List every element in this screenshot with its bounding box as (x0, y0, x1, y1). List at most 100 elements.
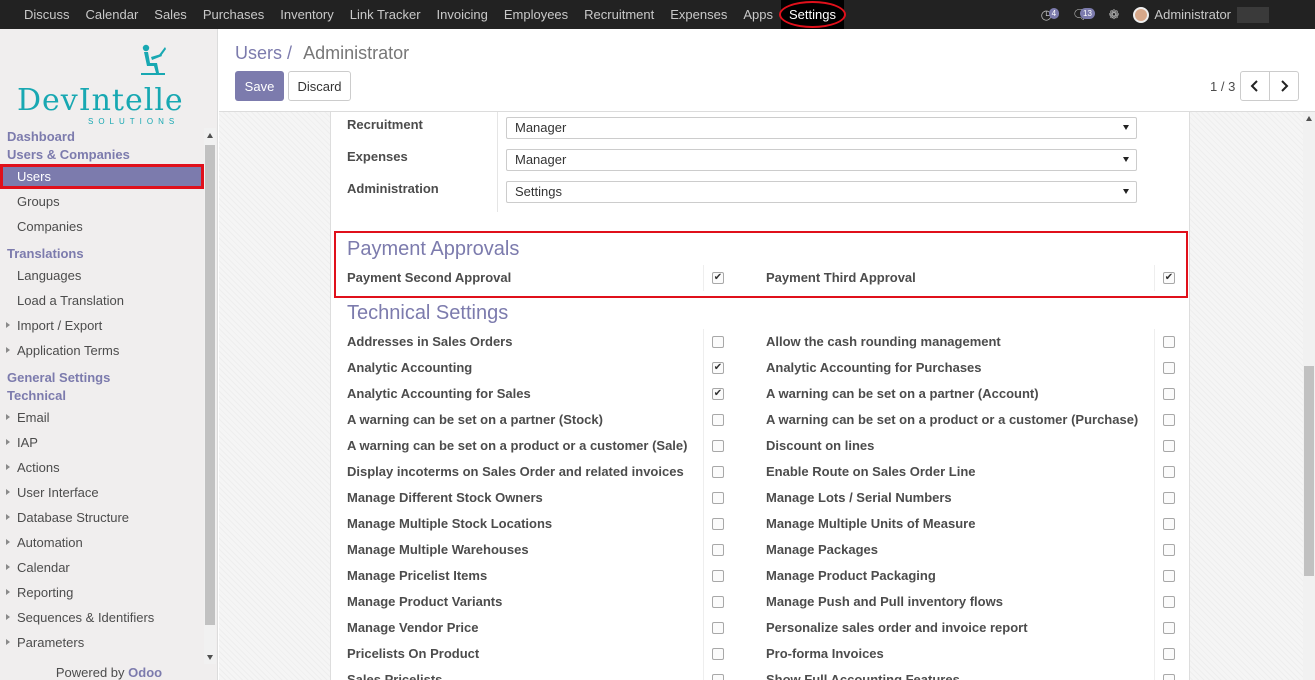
sidebar-item-database-structure[interactable]: Database Structure (0, 505, 204, 530)
setting-checkbox[interactable] (1163, 336, 1175, 348)
column-divider (703, 433, 704, 459)
setting-checkbox[interactable] (712, 544, 724, 556)
column-divider (1154, 355, 1155, 381)
setting-checkbox[interactable] (1163, 388, 1175, 400)
setting-checkbox[interactable] (1163, 466, 1175, 478)
setting-checkbox[interactable] (712, 414, 724, 426)
app-menu-expenses[interactable]: Expenses (662, 0, 735, 29)
setting-checkbox[interactable] (712, 570, 724, 582)
logo-brand: DevIntelle (17, 83, 184, 118)
sidebar-item-parameters[interactable]: Parameters (0, 630, 204, 655)
setting-checkbox[interactable] (712, 674, 724, 680)
access-select-administration[interactable]: Settings (506, 181, 1137, 203)
setting-checkbox[interactable] (712, 492, 724, 504)
sidebar-header-dashboard[interactable]: Dashboard (0, 128, 204, 146)
app-menu-settings[interactable]: Settings (778, 0, 846, 29)
app-menu-recruitment[interactable]: Recruitment (576, 0, 662, 29)
sidebar-item-iap[interactable]: IAP (0, 430, 204, 455)
setting-checkbox[interactable] (1163, 362, 1175, 374)
setting-checkbox[interactable] (712, 336, 724, 348)
setting-checkbox[interactable] (1163, 596, 1175, 608)
sidebar-item-sequences-identifiers[interactable]: Sequences & Identifiers (0, 605, 204, 630)
column-divider (1154, 511, 1155, 537)
company-logo[interactable]: DevIntelle SOLUTIONS (14, 43, 204, 133)
sidebar-item-automation[interactable]: Automation (0, 530, 204, 555)
activity-icon[interactable]: ◷ 4 (1041, 0, 1060, 29)
column-divider (1154, 381, 1155, 407)
app-menu-sales[interactable]: Sales (146, 0, 195, 29)
setting-checkbox[interactable] (712, 440, 724, 452)
user-menu[interactable]: Administrator (1154, 7, 1231, 22)
sidebar-item-actions[interactable]: Actions (0, 455, 204, 480)
app-menu-inventory[interactable]: Inventory (272, 0, 341, 29)
setting-checkbox[interactable] (1163, 622, 1175, 634)
setting-checkbox[interactable] (1163, 648, 1175, 660)
scroll-down-icon[interactable] (207, 655, 213, 660)
setting-checkbox[interactable] (1163, 544, 1175, 556)
breadcrumb-users[interactable]: Users (235, 43, 282, 63)
column-divider (703, 265, 704, 291)
sidebar-header-translations[interactable]: Translations (0, 245, 204, 263)
main-scroll-thumb[interactable] (1304, 366, 1314, 576)
setting-label: Manage Multiple Warehouses (347, 542, 529, 557)
app-menu-invoicing[interactable]: Invoicing (429, 0, 496, 29)
sidebar-item-languages[interactable]: Languages (0, 263, 204, 288)
access-select-expenses[interactable]: Manager (506, 149, 1137, 171)
technical-settings-title: Technical Settings (347, 302, 509, 324)
setting-checkbox[interactable] (712, 596, 724, 608)
sidebar-item-user-interface[interactable]: User Interface (0, 480, 204, 505)
setting-checkbox[interactable] (712, 622, 724, 634)
setting-row: Manage Multiple Stock Locations Manage Mu… (331, 511, 1191, 537)
sidebar-item-groups[interactable]: Groups (0, 189, 204, 214)
access-label: Expenses (347, 149, 408, 164)
debug-bug-icon[interactable]: ❁ (1109, 0, 1120, 29)
sidebar-scrollbar[interactable] (204, 128, 216, 664)
sidebar-header-technical[interactable]: Technical (0, 387, 204, 405)
messages-icon[interactable]: 🗨13 (1072, 0, 1095, 29)
sidebar-item-calendar[interactable]: Calendar (0, 555, 204, 580)
setting-checkbox[interactable] (1163, 492, 1175, 504)
column-divider (1154, 485, 1155, 511)
sidebar-item-companies[interactable]: Companies (0, 214, 204, 239)
setting-checkbox[interactable]: ✔ (712, 272, 724, 284)
discard-button[interactable]: Discard (288, 71, 351, 101)
app-menu-link-tracker[interactable]: Link Tracker (342, 0, 429, 29)
scroll-up-icon[interactable] (1306, 116, 1312, 121)
sidebar-scroll-thumb[interactable] (205, 145, 215, 625)
access-select-value: Manager (515, 152, 567, 167)
sidebar-item-load-a-translation[interactable]: Load a Translation (0, 288, 204, 313)
setting-checkbox[interactable] (1163, 414, 1175, 426)
setting-checkbox[interactable] (712, 648, 724, 660)
sidebar-item-reporting[interactable]: Reporting (0, 580, 204, 605)
app-menu-purchases[interactable]: Purchases (195, 0, 272, 29)
app-menu-discuss[interactable]: Discuss (16, 0, 78, 29)
pager-next-button[interactable] (1269, 71, 1299, 101)
app-menu-apps[interactable]: Apps (735, 0, 781, 29)
app-menu-employees[interactable]: Employees (496, 0, 576, 29)
setting-checkbox[interactable] (1163, 440, 1175, 452)
scroll-up-icon[interactable] (207, 133, 213, 138)
setting-checkbox[interactable]: ✔ (712, 388, 724, 400)
setting-checkbox[interactable] (1163, 518, 1175, 530)
setting-checkbox[interactable] (712, 466, 724, 478)
avatar[interactable] (1133, 6, 1150, 23)
access-select-recruitment[interactable]: Manager (506, 117, 1137, 139)
odoo-link[interactable]: Odoo (128, 665, 162, 680)
sidebar-item-import-export[interactable]: Import / Export (0, 313, 204, 338)
pager-previous-button[interactable] (1240, 71, 1270, 101)
sidebar-header-general-settings[interactable]: General Settings (0, 369, 204, 387)
setting-checkbox[interactable]: ✔ (1163, 272, 1175, 284)
setting-checkbox[interactable] (712, 518, 724, 530)
sidebar-item-application-terms[interactable]: Application Terms (0, 338, 204, 363)
save-button[interactable]: Save (235, 71, 284, 101)
access-row-recruitment: Recruitment Manager (347, 112, 1147, 144)
setting-checkbox[interactable]: ✔ (712, 362, 724, 374)
caret-down-icon (1123, 189, 1129, 194)
main-scrollbar[interactable] (1303, 112, 1315, 680)
sidebar-item-email[interactable]: Email (0, 405, 204, 430)
setting-checkbox[interactable] (1163, 570, 1175, 582)
sidebar-item-users[interactable]: Users (0, 164, 204, 189)
sidebar-header-users-companies[interactable]: Users & Companies (0, 146, 204, 164)
setting-checkbox[interactable] (1163, 674, 1175, 680)
app-menu-calendar[interactable]: Calendar (78, 0, 147, 29)
